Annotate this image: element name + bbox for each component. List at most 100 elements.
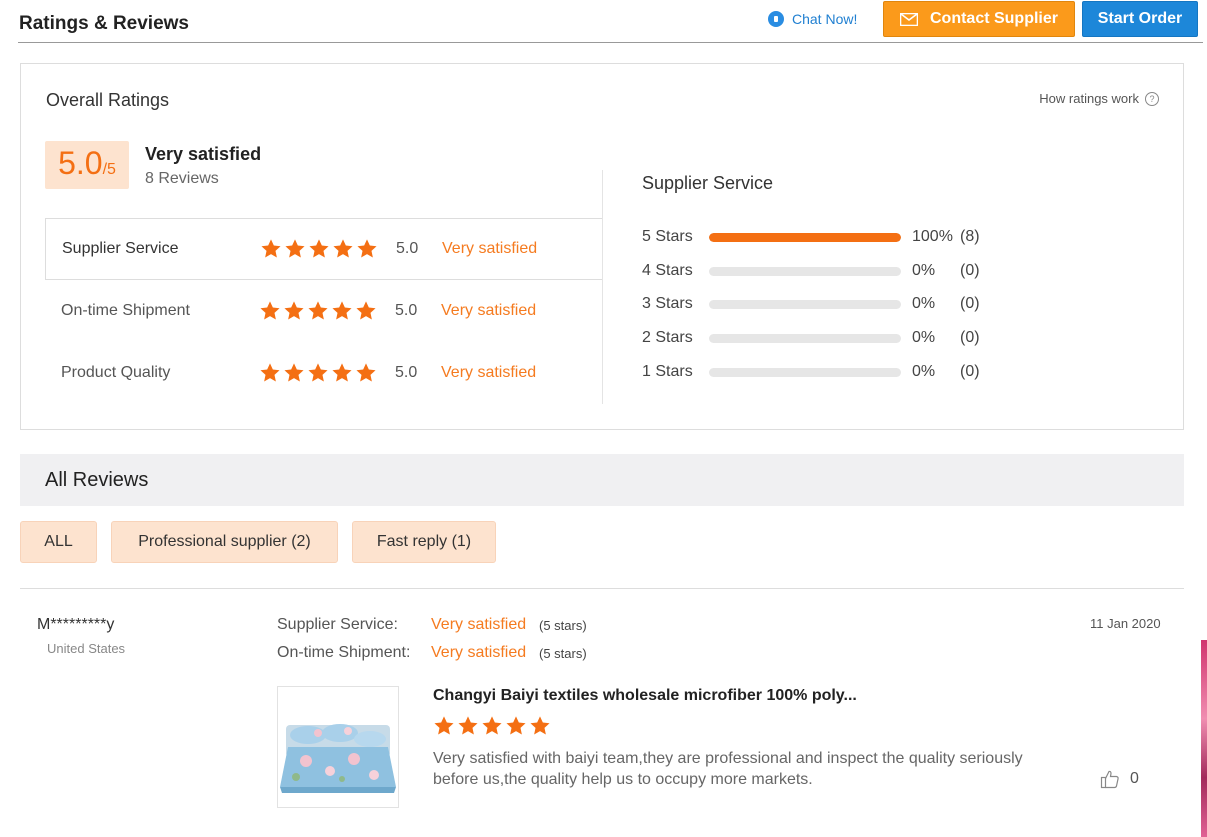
overall-review-count: 8 Reviews (145, 170, 219, 187)
how-ratings-work-link[interactable]: How ratings work ? (1039, 91, 1159, 106)
distribution-bar-fill (709, 232, 901, 242)
mail-icon (899, 12, 918, 26)
distribution-count: (0) (960, 262, 980, 279)
card-vertical-divider (602, 170, 603, 404)
distribution-title: Supplier Service (642, 173, 774, 193)
chat-bubble-icon (768, 11, 784, 27)
distribution-bar (709, 266, 901, 276)
distribution-percent: 100% (912, 228, 953, 245)
star-icon (332, 301, 352, 320)
all-reviews-title: All Reviews (45, 469, 149, 491)
star-icon (260, 301, 280, 320)
reviewer-name: M*********y (37, 616, 115, 633)
product-rating-stars (433, 715, 553, 737)
distribution-label: 2 Stars (642, 329, 693, 346)
star-icon (434, 716, 454, 735)
category-row-supplier-service[interactable]: Supplier Service 5.0 Very satisfied (45, 218, 603, 280)
product-title[interactable]: Changyi Baiyi textiles wholesale microfi… (433, 687, 857, 705)
star-icon (332, 363, 352, 382)
category-score: 5.0 (396, 240, 419, 257)
overall-ratings-card: Overall Ratings How ratings work ? 5.0 /… (20, 63, 1184, 430)
distribution-count: (0) (960, 295, 980, 312)
overall-score-value: 5.0 (58, 145, 103, 181)
review-field-name: On-time Shipment: (277, 644, 411, 661)
distribution-label: 4 Stars (642, 262, 693, 279)
distribution-row: 4 Stars 0% (0) (642, 261, 980, 281)
distribution-count: (8) (960, 228, 980, 245)
star-icon (309, 239, 329, 258)
filter-professional-supplier[interactable]: Professional supplier (2) (111, 521, 338, 563)
distribution-bar (709, 232, 901, 242)
star-icon (284, 363, 304, 382)
reviewer-country: United States (47, 641, 126, 656)
review-field-name: Supplier Service: (277, 616, 398, 633)
star-icon (482, 716, 502, 735)
distribution-row: 1 Stars 0% (0) (642, 362, 980, 382)
all-reviews-header: All Reviews (20, 454, 1184, 506)
star-icon (261, 239, 281, 258)
star-icon (284, 301, 304, 320)
category-stars (259, 362, 379, 384)
filter-fast-reply[interactable]: Fast reply (1) (352, 521, 496, 563)
distribution-row: 2 Stars 0% (0) (642, 328, 980, 348)
star-icon (260, 363, 280, 382)
bedding-product-image (278, 687, 398, 807)
overall-ratings-title: Overall Ratings (46, 90, 170, 110)
star-icon (458, 716, 478, 735)
star-icon (308, 363, 328, 382)
distribution-percent: 0% (912, 363, 936, 380)
star-icon (357, 239, 377, 258)
like-count: 0 (1130, 770, 1139, 787)
chat-now-label: Chat Now! (792, 11, 858, 27)
start-order-button[interactable]: Start Order (1082, 1, 1198, 37)
distribution-bar (709, 367, 901, 377)
star-icon (333, 239, 353, 258)
header-divider (18, 42, 1203, 43)
help-icon: ? (1145, 91, 1159, 106)
category-row-product-quality[interactable]: Product Quality 5.0 Very satisfied (45, 343, 603, 405)
distribution-bar (709, 333, 901, 343)
chat-now-link[interactable]: Chat Now! (768, 9, 857, 29)
star-icon (530, 716, 550, 735)
review-field-stars: (5 stars) (539, 646, 587, 661)
category-name: On-time Shipment (61, 302, 190, 319)
category-label: Very satisfied (442, 240, 538, 257)
filter-all[interactable]: ALL (20, 521, 97, 563)
review-field-stars: (5 stars) (539, 618, 587, 633)
category-score: 5.0 (395, 364, 418, 381)
page-header: Ratings & Reviews Chat Now! Contact Supp… (0, 0, 1207, 44)
review-field-value: Very satisfied (431, 616, 527, 633)
overall-score-text: Very satisfied (145, 144, 262, 164)
overall-score-badge: 5.0 /5 (45, 141, 129, 189)
overall-score-max: /5 (102, 161, 116, 178)
distribution-percent: 0% (912, 262, 936, 279)
contact-supplier-button[interactable]: Contact Supplier (883, 1, 1075, 37)
category-row-on-time-shipment[interactable]: On-time Shipment 5.0 Very satisfied (45, 281, 603, 343)
distribution-percent: 0% (912, 329, 936, 346)
star-icon (356, 301, 376, 320)
contact-supplier-label: Contact Supplier (929, 10, 1058, 27)
star-icon (356, 363, 376, 382)
review-date: 11 Jan 2020 (1090, 616, 1161, 631)
star-icon (506, 716, 526, 735)
distribution-row: 5 Stars 100% (8) (642, 227, 980, 247)
category-name: Product Quality (61, 364, 171, 381)
distribution-bar (709, 299, 901, 309)
distribution-percent: 0% (912, 295, 936, 312)
page-title: Ratings & Reviews (19, 13, 189, 34)
distribution-count: (0) (960, 329, 980, 346)
review-text: Very satisfied with baiyi team,they are … (433, 750, 1023, 788)
category-stars (260, 238, 380, 260)
background-edge-image (1201, 640, 1207, 837)
like-button[interactable]: 0 (1100, 769, 1139, 789)
distribution-label: 1 Stars (642, 363, 693, 380)
product-thumbnail[interactable] (277, 686, 399, 808)
category-stars (259, 300, 379, 322)
star-icon (285, 239, 305, 258)
reviews-divider (20, 588, 1184, 589)
category-label: Very satisfied (441, 302, 537, 319)
thumbs-up-icon (1100, 770, 1119, 789)
distribution-label: 3 Stars (642, 295, 693, 312)
how-ratings-work-label: How ratings work (1039, 91, 1139, 106)
category-score: 5.0 (395, 302, 418, 319)
